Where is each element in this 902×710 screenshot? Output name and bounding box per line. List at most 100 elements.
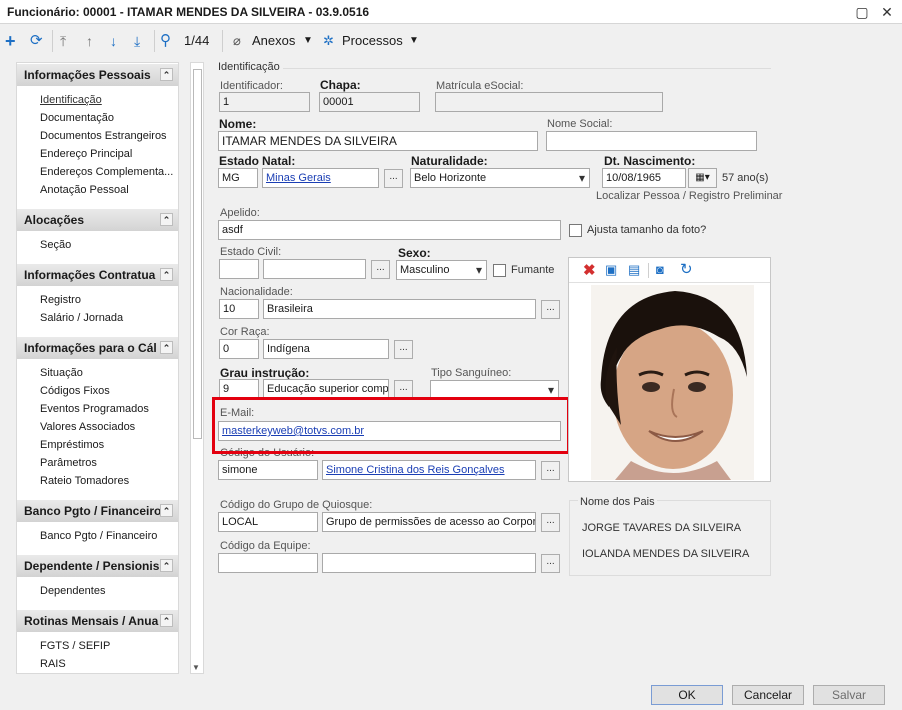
nascimento-field[interactable]: 10/08/1965 <box>602 168 686 188</box>
save-button[interactable]: Salvar <box>813 685 885 705</box>
nav-item[interactable]: Parâmetros <box>40 457 97 469</box>
nav-item[interactable]: Rateio Tomadores <box>40 475 129 487</box>
nav-item[interactable]: Documentos Estrangeiros <box>40 130 167 142</box>
parents-group <box>569 500 771 576</box>
apelido-field[interactable]: asdf <box>218 220 561 240</box>
nav-item[interactable]: Códigos Fixos <box>40 385 110 397</box>
lookup-button[interactable]: ... <box>541 461 560 480</box>
estado-civil-code[interactable] <box>219 259 259 279</box>
usuario-field[interactable]: Simone Cristina dos Reis Gonçalves <box>322 460 536 480</box>
nav-section-header[interactable]: Alocações ⌃ <box>17 209 178 231</box>
title-bar: Funcionário: 00001 - ITAMAR MENDES DA SI… <box>0 0 902 24</box>
nav-item[interactable]: Salário / Jornada <box>40 312 123 324</box>
attachments-menu[interactable]: Anexos <box>252 31 295 51</box>
lookup-button[interactable]: ... <box>541 554 560 573</box>
nav-item[interactable]: Banco Pgto / Financeiro <box>40 530 157 542</box>
lookup-button[interactable]: ... <box>541 300 560 319</box>
window-title: Funcionário: 00001 - ITAMAR MENDES DA SI… <box>7 5 370 19</box>
refresh-icon[interactable]: ⟳ <box>30 31 43 51</box>
usuario-code[interactable]: simone <box>218 460 318 480</box>
first-record-icon[interactable]: ⤒ <box>60 31 66 51</box>
equipe-field[interactable] <box>322 553 536 573</box>
nome-label: Nome: <box>219 117 257 131</box>
nome-social-field[interactable] <box>546 131 757 151</box>
nav-item[interactable]: Eventos Programados <box>40 403 149 415</box>
next-record-icon[interactable]: ↓ <box>110 31 117 51</box>
add-icon[interactable]: + <box>5 31 16 51</box>
estado-civil-field[interactable] <box>263 259 366 279</box>
paperclip-icon: ⌀ <box>233 33 241 48</box>
chevron-down-icon[interactable]: ▼ <box>409 31 419 51</box>
last-record-icon[interactable]: ⤓ <box>134 31 140 51</box>
search-icon[interactable]: ⚲ <box>160 31 171 51</box>
nav-section-header[interactable]: Banco Pgto / Financeiro ⌃ <box>17 500 178 522</box>
equipe-code[interactable] <box>218 553 318 573</box>
rotate-icon[interactable]: ↻ <box>680 260 693 278</box>
sexo-select[interactable]: Masculino <box>396 260 487 280</box>
nacionalidade-field[interactable]: Brasileira <box>263 299 536 319</box>
processes-menu[interactable]: Processos <box>342 31 403 51</box>
photo-panel: ✖ ▣ ▤ ◙ ↻ <box>568 257 771 482</box>
scrollbar-thumb[interactable] <box>193 69 202 439</box>
nav-item[interactable]: FGTS / SEFIP <box>40 640 110 652</box>
cor-raca-field[interactable]: Indígena <box>263 339 389 359</box>
save-photo-icon[interactable]: ▤ <box>628 262 640 278</box>
matricula-field[interactable] <box>435 92 663 112</box>
nav-item[interactable]: Dependentes <box>40 585 105 597</box>
nav-item[interactable]: Seção <box>40 239 71 251</box>
footer: OK Cancelar Salvar <box>0 678 902 710</box>
nav-item[interactable]: Endereços Complementa... <box>40 166 173 178</box>
identificador-field[interactable]: 1 <box>219 92 310 112</box>
nav-item[interactable]: Situação <box>40 367 83 379</box>
equipe-label: Código da Equipe: <box>220 540 311 552</box>
collapse-icon: ⌃ <box>160 504 173 517</box>
nav-item[interactable]: Documentação <box>40 112 114 124</box>
maximize-button[interactable]: ▢ <box>852 2 872 22</box>
nav-item[interactable]: Registro <box>40 294 81 306</box>
lookup-button[interactable]: ... <box>394 340 413 359</box>
quiosque-field[interactable]: Grupo de permissões de acesso ao Corpore… <box>322 512 536 532</box>
vertical-scrollbar[interactable]: ▼ <box>190 62 204 674</box>
nav-item[interactable]: Endereço Principal <box>40 148 132 160</box>
nav-item[interactable]: Anotação Pessoal <box>40 184 129 196</box>
nav-section-header[interactable]: Informações para o Cál ⌃ <box>17 337 178 359</box>
estado-natal-link[interactable]: Minas Gerais <box>266 172 331 184</box>
usuario-link[interactable]: Simone Cristina dos Reis Gonçalves <box>326 464 505 476</box>
fumante-checkbox[interactable] <box>493 264 506 277</box>
chapa-field[interactable]: 00001 <box>319 92 420 112</box>
lookup-button[interactable]: ... <box>371 260 390 279</box>
previous-record-icon[interactable]: ↑ <box>86 31 93 51</box>
lookup-button[interactable]: ... <box>541 513 560 532</box>
lookup-button[interactable]: ... <box>384 169 403 188</box>
cor-raca-code[interactable]: 0 <box>219 339 259 359</box>
grau-instrucao-field[interactable]: Educação superior compl <box>263 379 389 399</box>
estado-natal-field[interactable]: Minas Gerais <box>262 168 379 188</box>
chevron-down-icon[interactable]: ▼ <box>303 31 313 51</box>
nav-item[interactable]: Empréstimos <box>40 439 104 451</box>
nav-section-header[interactable]: Informações Contratua ⌃ <box>17 264 178 286</box>
image-icon[interactable]: ▣ <box>605 262 617 278</box>
scroll-down-icon[interactable]: ▼ <box>192 663 200 672</box>
close-button[interactable]: ✕ <box>877 2 897 22</box>
localizar-pessoa-link[interactable]: Localizar Pessoa / Registro Preliminar <box>596 190 782 202</box>
cor-raca-label: Cor Raça: <box>220 326 270 338</box>
ajusta-foto-checkbox[interactable] <box>569 224 582 237</box>
nav-item[interactable]: Valores Associados <box>40 421 135 433</box>
grau-instrucao-code[interactable]: 9 <box>219 379 259 399</box>
quiosque-code[interactable]: LOCAL <box>218 512 318 532</box>
calendar-icon[interactable]: ▦▾ <box>688 168 717 188</box>
nav-section-header[interactable]: Dependente / Pensionis ⌃ <box>17 555 178 577</box>
cancel-button[interactable]: Cancelar <box>732 685 804 705</box>
nacionalidade-code[interactable]: 10 <box>219 299 259 319</box>
nav-section-header[interactable]: Informações Pessoais ⌃ <box>17 64 178 86</box>
nome-field[interactable]: ITAMAR MENDES DA SILVEIRA <box>218 131 538 151</box>
delete-photo-icon[interactable]: ✖ <box>583 261 596 279</box>
camera-icon[interactable]: ◙ <box>656 262 664 277</box>
nav-item-identificacao[interactable]: Identificação <box>40 94 102 106</box>
collapse-icon: ⌃ <box>160 213 173 226</box>
ok-button[interactable]: OK <box>651 685 723 705</box>
nav-section-header[interactable]: Rotinas Mensais / Anua ⌃ <box>17 610 178 632</box>
uf-field[interactable]: MG <box>218 168 258 188</box>
naturalidade-select[interactable]: Belo Horizonte <box>410 168 590 188</box>
nav-item[interactable]: RAIS <box>40 658 66 670</box>
